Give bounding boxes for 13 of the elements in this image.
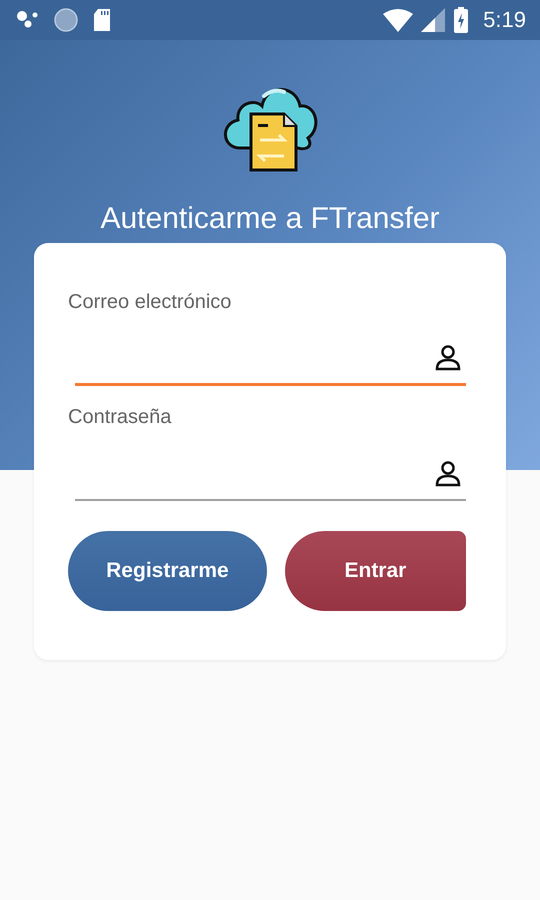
person-icon — [434, 344, 462, 371]
field-label: Contraseña — [68, 406, 172, 429]
circle-icon — [54, 8, 78, 32]
register-button[interactable]: Registrarme — [68, 531, 267, 611]
field-label: Correo electrónico — [68, 291, 232, 314]
sd-card-icon — [92, 8, 112, 32]
enter-button[interactable]: Entrar — [284, 531, 466, 611]
signal-icon — [421, 8, 446, 32]
clock: 5:19 — [483, 7, 526, 33]
app-title: Autenticarme a FTransfer — [100, 202, 440, 236]
person-icon — [434, 460, 462, 486]
wifi-icon — [383, 8, 414, 32]
battery-icon — [453, 7, 470, 33]
